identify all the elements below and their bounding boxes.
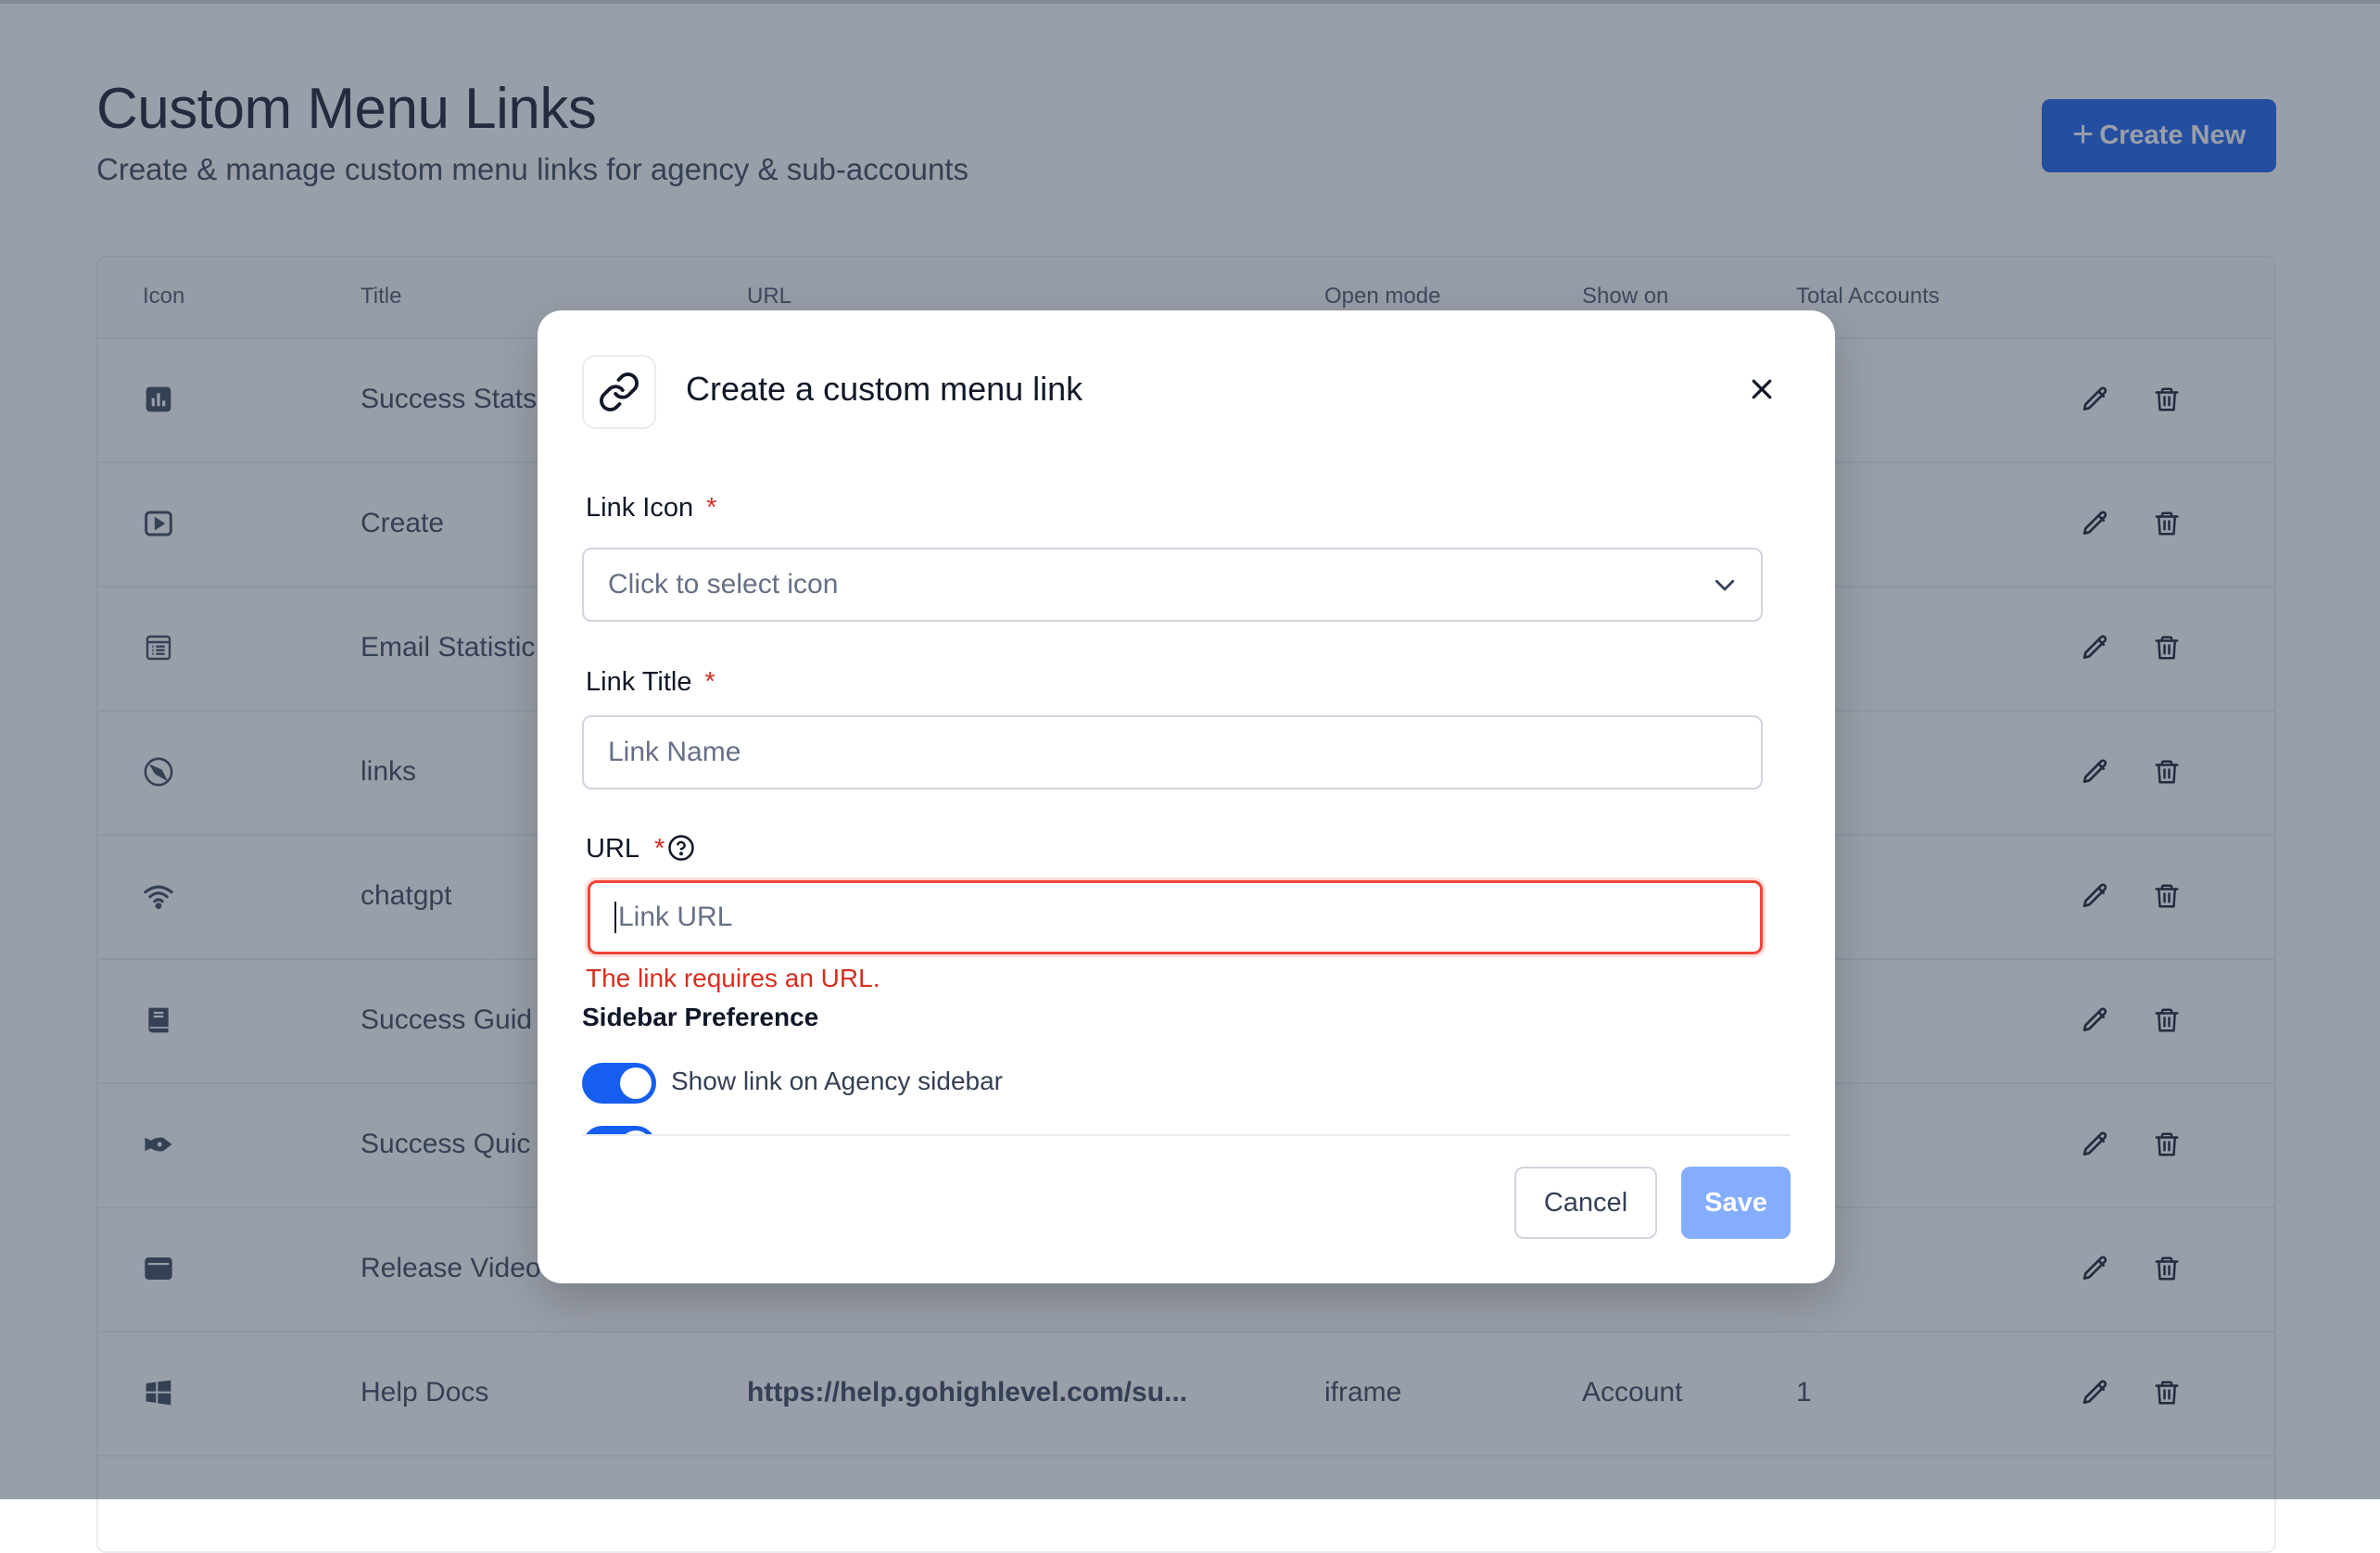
- url-placeholder: Link URL: [618, 902, 733, 932]
- required-mark: *: [704, 667, 715, 697]
- link-title-placeholder: Link Name: [608, 737, 741, 767]
- url-input[interactable]: Link URL: [588, 880, 1763, 954]
- link-icon-select[interactable]: Click to select icon: [582, 548, 1763, 622]
- link-title-label: Link Title *: [586, 667, 715, 698]
- url-label-text: URL: [586, 834, 640, 864]
- link-icon-label-text: Link Icon: [586, 493, 694, 523]
- link-icon-select-placeholder: Click to select icon: [608, 569, 839, 600]
- modal-title: Create a custom menu link: [686, 370, 1083, 408]
- url-label: URL *: [586, 834, 665, 865]
- url-error-message: The link requires an URL.: [586, 964, 880, 992]
- link-title-label-text: Link Title: [586, 667, 692, 697]
- required-mark: *: [654, 834, 665, 864]
- required-mark: *: [706, 493, 717, 523]
- page: Custom Menu Links Create & manage custom…: [0, 0, 2380, 1553]
- help-circle-icon[interactable]: [667, 834, 695, 862]
- link-icon-label: Link Icon *: [586, 493, 716, 524]
- link-title-input[interactable]: Link Name: [582, 715, 1763, 789]
- create-link-modal: Create a custom menu link Link Icon * Cli…: [538, 310, 1835, 1283]
- cancel-button[interactable]: Cancel: [1514, 1167, 1657, 1239]
- text-cursor: [614, 902, 616, 933]
- agency-sidebar-toggle[interactable]: [582, 1063, 656, 1104]
- link-icon: [582, 355, 656, 429]
- footer-divider: [582, 1134, 1791, 1136]
- chevron-down-icon: [1711, 571, 1739, 599]
- save-button[interactable]: Save: [1681, 1167, 1791, 1239]
- agency-sidebar-toggle-label: Show link on Agency sidebar: [671, 1067, 1003, 1095]
- close-icon[interactable]: [1742, 370, 1781, 409]
- sidebar-preference-title: Sidebar Preference: [582, 1003, 819, 1031]
